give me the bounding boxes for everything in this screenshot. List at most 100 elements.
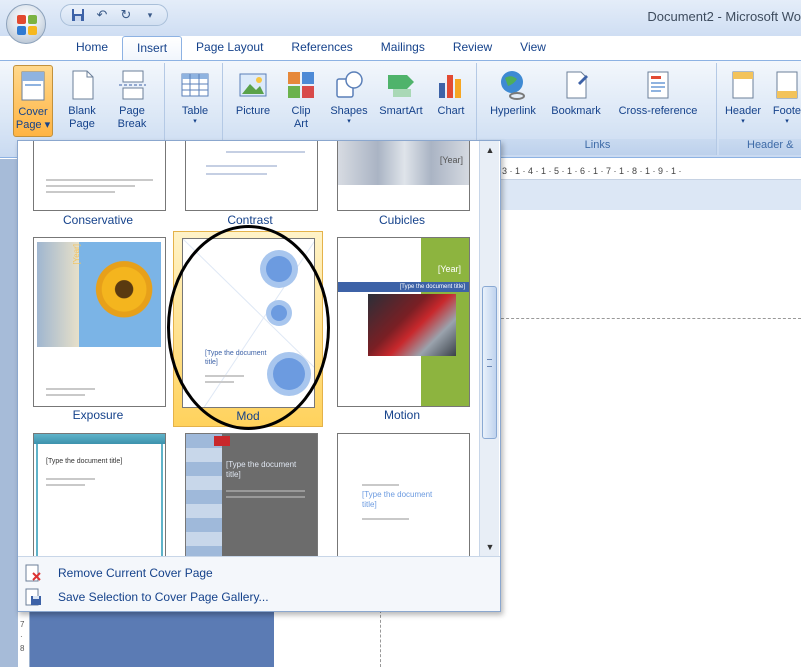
customize-qat-icon[interactable]: ▾ [141,7,159,23]
mod-doc-title: [Type the document title] [205,350,267,366]
redo-icon[interactable]: ↻ [117,7,135,23]
tab-view[interactable]: View [506,36,560,60]
office-button[interactable] [6,4,46,44]
table-label: Table [181,105,209,117]
puzzle-thumbnail: [Type the document title] [185,433,318,563]
chart-icon [435,69,467,101]
footer-button[interactable]: Foote ▾ [769,65,801,137]
text-boundary-vertical [380,610,381,667]
chart-label: Chart [437,105,465,117]
scroll-down-arrow-icon[interactable]: ▼ [484,542,496,552]
cubicles-thumbnail: [Year] [337,141,470,211]
bookmark-button[interactable]: Bookmark [549,65,603,137]
gallery-scrollbar[interactable]: ▲ ▼ [479,141,499,556]
header-button[interactable]: Header ▾ [721,65,765,137]
clip-art-icon [285,69,317,101]
picture-icon [237,69,269,101]
tab-mailings[interactable]: Mailings [367,36,439,60]
motion-doc-title: [Type the document title] [338,282,469,292]
cover-page-icon [17,70,49,102]
blank-page-label: Blank Page [68,105,96,130]
header-footer-group: Header ▾ Foote ▾ Header & [719,63,801,155]
pinstripes-thumbnail: [Type the document title] [33,433,166,563]
tab-references[interactable]: References [277,36,366,60]
blank-page-button[interactable]: Blank Page [62,65,102,137]
sideline-thumbnail: [Type the document title] [337,433,470,563]
gallery-item-cubicles[interactable]: [Year] Cubicles [327,141,477,236]
shapes-dropdown-icon: ▾ [347,118,351,125]
cover-page-gallery: Conservative Contrast [Year] Cubicles [Y… [17,140,501,612]
quick-access-toolbar: ↶ ↻ ▾ [60,4,168,26]
pinstripes-doc-title: [Type the document title] [46,458,123,465]
motion-thumbnail: [Year] [Type the document title] [337,237,470,407]
tab-home[interactable]: Home [62,36,122,60]
tab-insert[interactable]: Insert [122,36,183,60]
gallery-item-mod[interactable]: [Type the document title] Mod [173,231,323,427]
save-to-gallery-item[interactable]: Save Selection to Cover Page Gallery... [22,586,494,608]
remove-cover-page-item[interactable]: Remove Current Cover Page [22,562,494,584]
footer-label: Foote [772,105,801,117]
caption-mod: Mod [236,409,260,423]
gallery-item-sideline[interactable]: [Type the document title] [327,427,477,563]
mod-circles-graphic [183,239,314,407]
gallery-item-pinstripes[interactable]: [Type the document title] [23,427,173,563]
cover-page-button[interactable]: Cover Page ▾ [13,65,53,137]
hyperlink-button[interactable]: Hyperlink [487,65,539,137]
gallery-item-puzzle[interactable]: [Type the document title] [175,427,325,563]
tab-review[interactable]: Review [439,36,506,60]
page-break-label: Page Break [117,105,147,130]
scroll-up-arrow-icon[interactable]: ▲ [484,145,496,155]
bookmark-icon [560,69,592,101]
horizontal-ruler[interactable]: 3 · 1 · 4 · 1 · 5 · 1 · 6 · 1 · 7 · 1 · … [496,164,801,180]
cross-reference-label: Cross-reference [618,105,698,117]
chart-button[interactable]: Chart [431,65,471,137]
cross-reference-button[interactable]: Cross-reference [611,65,705,137]
hyperlink-label: Hyperlink [490,105,536,117]
clip-art-label: Clip Art [291,105,311,130]
picture-label: Picture [235,105,271,117]
header-footer-group-label: Header & [719,139,801,155]
title-bar: ↶ ↻ ▾ Document2 - Microsoft Wo [0,0,801,36]
ruler-marks: 3 · 1 · 4 · 1 · 5 · 1 · 6 · 1 · 7 · 1 · … [502,166,682,176]
cover-page-label: Cover Page ▾ [15,106,51,131]
footer-icon [771,69,801,101]
gallery-item-motion[interactable]: [Year] [Type the document title] Motion [327,231,477,427]
gallery-footer: Remove Current Cover Page Save Selection… [18,556,500,611]
scrollbar-thumb[interactable] [482,286,497,439]
shapes-label: Shapes [330,105,368,117]
conservative-thumbnail [33,141,166,211]
footer-dropdown-icon: ▾ [785,118,789,125]
exposure-year: [Year] [72,244,81,265]
gallery-item-conservative[interactable]: Conservative [23,141,173,236]
table-button[interactable]: Table ▾ [175,65,215,137]
page-break-button[interactable]: Page Break [112,65,152,137]
mod-thumbnail: [Type the document title] [182,238,315,408]
table-dropdown-icon: ▾ [193,118,197,125]
header-icon [727,69,759,101]
smartart-label: SmartArt [379,105,423,117]
sunflower-image [79,242,161,347]
save-to-gallery-icon [24,588,42,606]
page-break-icon [116,69,148,101]
cubicles-year: [Year] [439,155,463,165]
table-icon [179,69,211,101]
puzzle-doc-title: [Type the document title] [226,460,297,479]
gallery-item-contrast[interactable]: Contrast [175,141,325,236]
gallery-item-exposure[interactable]: [Year] Exposure [23,231,173,427]
save-icon[interactable] [69,7,87,23]
shapes-button[interactable]: Shapes ▾ [325,65,373,137]
window-title: Document2 - Microsoft Wo [647,9,801,24]
smartart-button[interactable]: SmartArt [375,65,427,137]
tab-page-layout[interactable]: Page Layout [182,36,277,60]
scrollbar-grip-icon [487,359,492,367]
undo-icon[interactable]: ↶ [93,7,111,23]
exposure-thumbnail: [Year] [33,237,166,407]
left-margin-rail [0,159,18,667]
picture-button[interactable]: Picture [233,65,273,137]
clip-art-button[interactable]: Clip Art [281,65,321,137]
caption-conservative: Conservative [62,213,134,227]
text-boundary-horizontal [496,318,801,319]
office-logo-icon [17,15,37,35]
shapes-icon [333,69,365,101]
blank-page-icon [66,69,98,101]
